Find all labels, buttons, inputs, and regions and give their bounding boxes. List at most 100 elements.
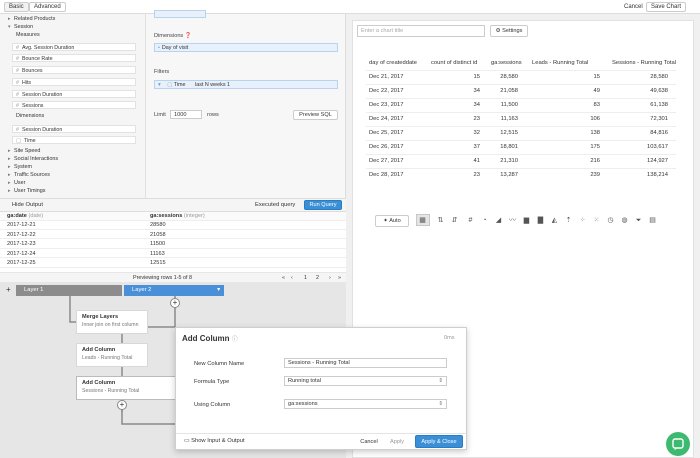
field-label: Bounces — [21, 68, 43, 74]
measure-icon: # — [16, 45, 19, 51]
auto-viz-button[interactable]: ✦ Auto — [375, 215, 409, 227]
field-sessions[interactable]: # Sessions — [12, 101, 136, 109]
bar-chart-icon[interactable]: ▆ — [522, 216, 531, 225]
cell: Dec 25, 2017 — [369, 130, 404, 136]
stacked-area-icon[interactable]: ◭ — [550, 216, 559, 225]
field-dim-time[interactable]: ▢ Time — [12, 136, 136, 144]
tree-group-label: Site Speed — [14, 148, 41, 154]
area-icon[interactable]: ◢ — [494, 216, 503, 225]
new-column-name-input[interactable]: Sessions - Running Total — [284, 358, 447, 368]
tree-group-user[interactable]: ▸ User — [0, 180, 144, 187]
add-step-icon[interactable]: + — [170, 298, 180, 308]
field-bounces[interactable]: # Bounces — [12, 66, 136, 74]
cell: Dec 27, 2017 — [369, 158, 404, 164]
chat-icon — [672, 438, 684, 451]
column-name: ga:date — [7, 213, 27, 219]
timing-text: 0ms — [444, 335, 455, 341]
cell: 41 — [473, 158, 480, 164]
apply-close-button[interactable]: Apply & Close — [415, 435, 463, 448]
bar-sorted-icon[interactable]: ⇵ — [450, 216, 459, 225]
tree-group-social-interactions[interactable]: ▸ Social Interactions — [0, 156, 144, 163]
cancel-button[interactable]: Cancel — [619, 2, 648, 12]
measure-pill-sessions[interactable] — [154, 10, 206, 18]
cell: 2017-12-21 — [7, 222, 36, 228]
hide-output-link[interactable]: Hide Output — [12, 202, 43, 208]
cancel-button[interactable]: Cancel — [356, 436, 382, 448]
tab-basic[interactable]: Basic — [4, 2, 29, 12]
field-hits[interactable]: # Hits — [12, 78, 136, 86]
executed-query-link[interactable]: Executed query — [255, 202, 295, 208]
formula-type-select[interactable]: Running total ⇕ — [284, 376, 447, 386]
pivot-icon[interactable]: ▤ — [648, 216, 657, 225]
chevron-down-icon[interactable]: ▾ — [158, 82, 161, 88]
new-column-label: New Column Name — [194, 361, 245, 367]
line-icon[interactable]: 〰 — [508, 216, 517, 225]
dimensions-label: Dimensions ❓ — [154, 33, 192, 39]
cell: Dec 26, 2017 — [369, 144, 404, 150]
show-input-output-toggle[interactable]: ▭ Show Input & Output — [184, 438, 245, 444]
funnel-icon[interactable]: ⏷ — [634, 216, 643, 225]
filter-pill[interactable]: ▾ ▢ Time last N weeks 1 — [154, 80, 338, 89]
cell: 11,163 — [500, 116, 518, 122]
pipeline-node-merge-layers[interactable]: Merge Layers Inner join on first column — [76, 310, 148, 334]
bar-vertical-icon[interactable]: ⇅ — [436, 216, 445, 225]
help-icon[interactable]: ⓘ — [232, 337, 238, 343]
histogram-icon[interactable]: ⇡ — [564, 216, 573, 225]
pipeline-node-add-column-sessions[interactable]: Add Column Sessions - Running Total — [76, 376, 176, 400]
top-toolbar: Basic Advanced Cancel Save Chart — [0, 0, 700, 14]
cell: 49,638 — [650, 88, 668, 94]
tree-group-system[interactable]: ▸ System — [0, 164, 144, 171]
column-type: (date) — [28, 213, 44, 219]
gauge-icon[interactable]: ◔ — [480, 216, 489, 225]
tree-group-related-products[interactable]: ▸ Related Products — [0, 16, 144, 23]
run-query-button[interactable]: Run Query — [304, 200, 342, 210]
cell: 15 — [473, 74, 480, 80]
table-row: Dec 25, 2017 32 12,515 138 84,816 — [366, 126, 676, 139]
column-type: (integer) — [183, 213, 205, 219]
select-value: ga:sessions — [288, 401, 318, 407]
field-dim-session-duration[interactable]: # Session Duration — [12, 125, 136, 133]
column-header: day of createddate — [369, 60, 418, 66]
tree-section-measures: Measures — [0, 32, 144, 39]
scatter-icon[interactable]: ⁘ — [578, 216, 587, 225]
using-column-select[interactable]: ga:sessions ⇕ — [284, 399, 447, 409]
node-title: Add Column — [82, 347, 116, 353]
tab-advanced[interactable]: Advanced — [29, 2, 66, 12]
dimension-pill-day-of-visit[interactable]: • Day of visit — [154, 43, 338, 52]
help-icon[interactable]: ❓ — [185, 33, 192, 39]
node-subtitle: Inner join on first column — [82, 322, 139, 328]
tree-group-traffic-sources[interactable]: ▸ Traffic Sources — [0, 172, 144, 179]
tree-group-session[interactable]: ▾ Session — [0, 24, 144, 31]
cell: Dec 28, 2017 — [369, 172, 404, 178]
field-avg-session-duration[interactable]: # Avg. Session Duration — [12, 43, 136, 51]
preview-sql-button[interactable]: Preview SQL — [293, 110, 338, 120]
field-session-duration[interactable]: # Session Duration — [12, 90, 136, 98]
tree-group-user-timings[interactable]: ▸ User Timings — [0, 188, 144, 195]
table-icon[interactable]: ▦ — [418, 216, 427, 225]
chat-launcher[interactable] — [666, 432, 690, 456]
node-subtitle: Sessions - Running Total — [82, 388, 140, 394]
column-header: count of distinct id — [431, 60, 478, 66]
pie-icon[interactable]: ◷ — [606, 216, 615, 225]
tree-group-site-speed[interactable]: ▸ Site Speed — [0, 148, 144, 155]
cell: 23 — [473, 172, 480, 178]
using-column-label: Using Column — [194, 402, 231, 408]
cell: 21058 — [150, 231, 166, 238]
apply-button[interactable]: Apply — [385, 436, 409, 448]
map-icon[interactable]: ◍ — [620, 216, 629, 225]
section-label: Measures — [16, 32, 40, 38]
field-bounce-rate[interactable]: # Bounce Rate — [12, 54, 136, 62]
save-chart-button[interactable]: Save Chart — [646, 2, 687, 12]
bubble-icon[interactable]: ⁙ — [592, 216, 601, 225]
limit-input[interactable]: 1000 — [170, 110, 202, 119]
filter-value: last N weeks 1 — [195, 82, 231, 88]
chart-title-input[interactable]: Enter a chart title — [357, 25, 485, 37]
pipeline-node-add-column-leads[interactable]: Add Column Leads - Running Total — [76, 343, 148, 367]
stacked-bar-icon[interactable]: ▇ — [536, 216, 545, 225]
settings-button[interactable]: ⚙ Settings — [490, 25, 528, 37]
measure-icon: # — [16, 56, 19, 62]
table-row: Dec 28, 2017 23 13,287 239 138,214 — [366, 168, 676, 181]
add-step-icon[interactable]: + — [117, 400, 127, 410]
tree-group-label: User — [14, 180, 26, 186]
number-icon[interactable]: # — [466, 216, 475, 225]
